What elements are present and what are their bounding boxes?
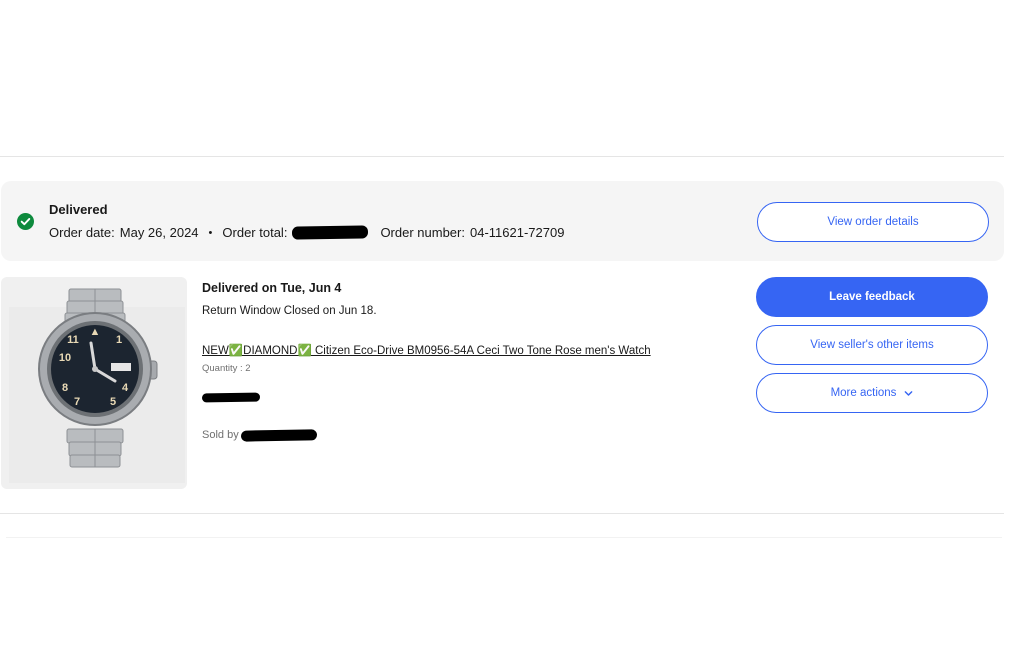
item-quantity: Quantity : 2 — [202, 363, 251, 374]
chevron-down-icon — [905, 390, 913, 396]
divider — [0, 156, 1004, 157]
sold-by: Sold by — [202, 428, 317, 442]
more-actions-label: More actions — [830, 387, 897, 399]
divider — [6, 537, 1002, 538]
order-meta: Order date: May 26, 2024 • Order total: … — [49, 225, 564, 240]
order-page: Delivered Order date: May 26, 2024 • Ord… — [0, 0, 1017, 654]
sold-by-label: Sold by — [202, 429, 239, 441]
view-seller-items-button[interactable]: View seller's other items — [756, 325, 988, 365]
item-title-link[interactable]: NEW✅DIAMOND✅ Citizen Eco-Drive BM0956-54… — [202, 343, 651, 357]
divider — [0, 513, 1004, 514]
order-total-label: Order total: — [222, 225, 288, 240]
svg-text:11: 11 — [67, 334, 79, 346]
order-number: 04-11621-72709 — [469, 225, 565, 240]
order-number-label: Order number: — [380, 225, 465, 240]
watch-product-image[interactable]: ▲ 1 11 10 8 7 5 4 — [1, 277, 187, 489]
check-circle-icon — [17, 213, 34, 230]
return-window-text: Return Window Closed on Jun 18. — [202, 305, 377, 317]
seller-name-redacted[interactable] — [240, 428, 317, 442]
leave-feedback-button[interactable]: Leave feedback — [756, 277, 988, 317]
view-order-details-button[interactable]: View order details — [757, 202, 989, 242]
order-date: May 26, 2024 — [119, 225, 199, 240]
order-date-label: Order date: — [49, 225, 115, 240]
svg-text:▲: ▲ — [90, 326, 101, 338]
more-actions-button[interactable]: More actions — [756, 373, 988, 413]
watch-icon: ▲ 1 11 10 8 7 5 4 — [9, 288, 185, 483]
item-price-redacted — [201, 392, 261, 403]
order-total-redacted — [292, 225, 369, 240]
order-status: Delivered — [49, 202, 108, 217]
svg-text:10: 10 — [59, 352, 71, 364]
order-summary-header: Delivered Order date: May 26, 2024 • Ord… — [1, 181, 1004, 261]
svg-text:1: 1 — [116, 334, 122, 346]
svg-text:7: 7 — [74, 396, 80, 408]
svg-text:5: 5 — [110, 396, 116, 408]
item-details: Delivered on Tue, Jun 4 Return Window Cl… — [201, 281, 651, 442]
delivery-date: Delivered on Tue, Jun 4 — [202, 281, 342, 295]
svg-text:8: 8 — [62, 382, 68, 394]
meta-separator: • — [208, 226, 213, 239]
svg-text:4: 4 — [122, 382, 129, 394]
